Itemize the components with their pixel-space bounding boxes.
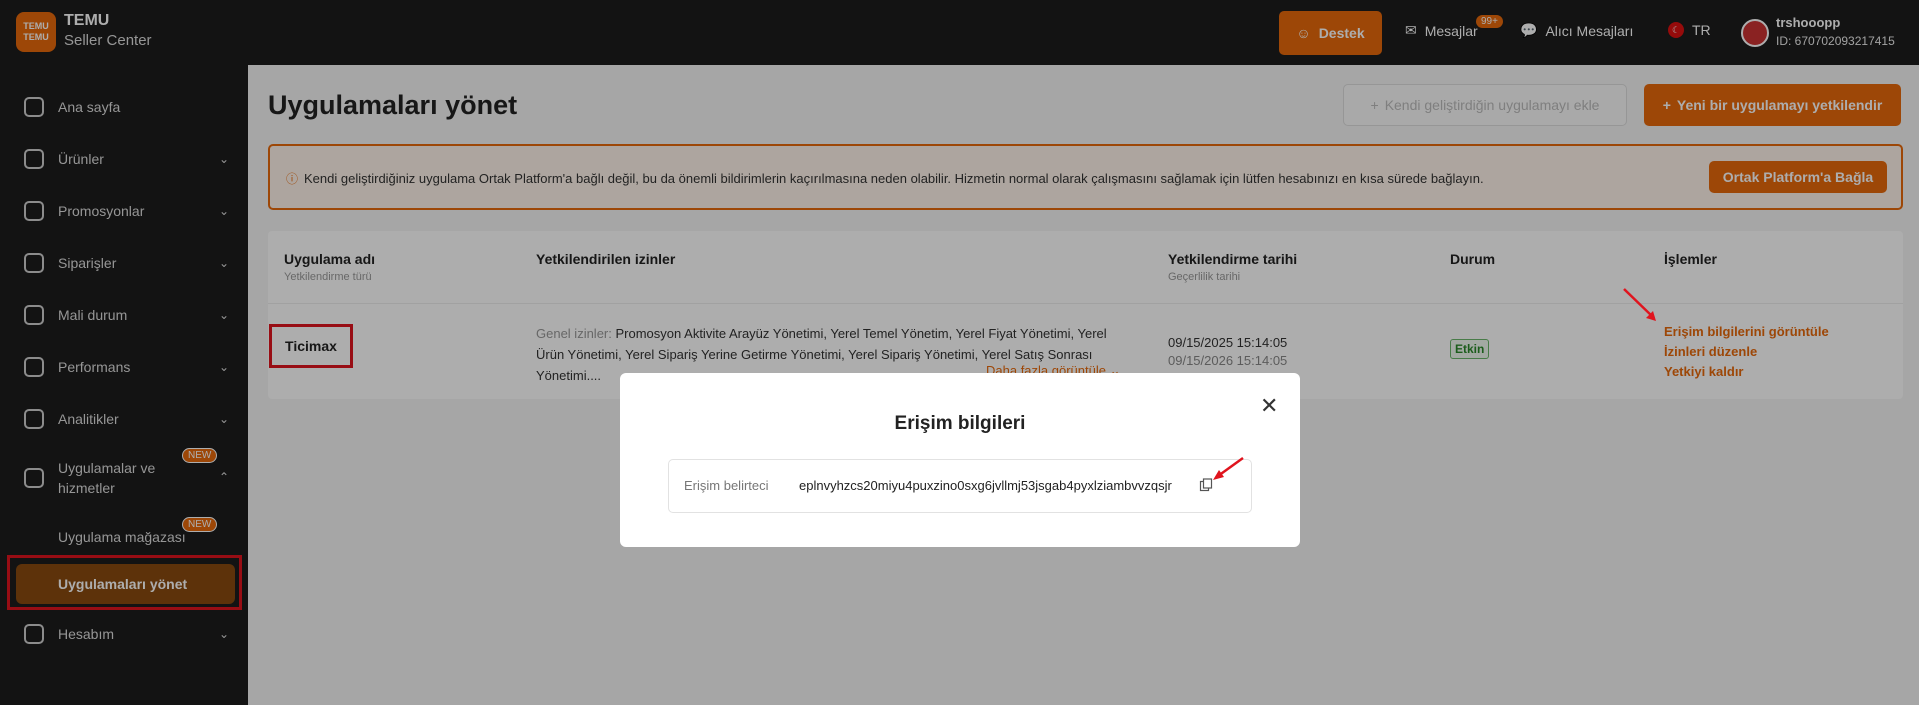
access-token-field: Erişim belirteci eplnvyhzcs20miyu4puxzin… — [668, 459, 1252, 513]
field-label: Erişim belirteci — [684, 478, 769, 493]
access-token-value[interactable]: eplnvyhzcs20miyu4puxzino0sxg6jvllmj53jsg… — [799, 478, 1172, 493]
annotation-arrow-ops — [1623, 288, 1656, 321]
dialog-title: Erişim bilgileri — [894, 413, 1026, 434]
annotation-arrow-copy — [1213, 456, 1244, 480]
modal-overlay[interactable] — [0, 0, 1919, 705]
access-info-dialog: Erişim bilgileri ✕ Erişim belirteci epln… — [620, 373, 1300, 547]
close-icon[interactable]: ✕ — [1260, 393, 1278, 419]
